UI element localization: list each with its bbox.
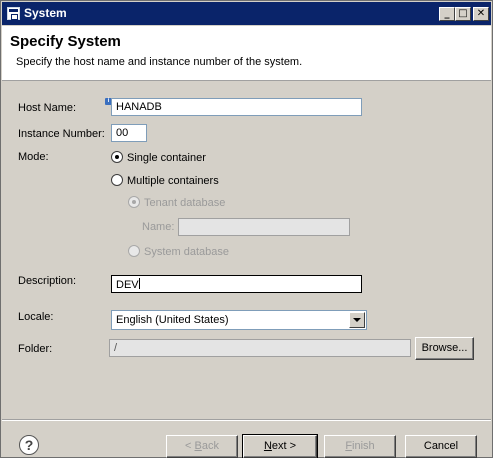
tenant-database-radio[interactable]	[128, 196, 140, 208]
finish-label-post: inish	[352, 440, 375, 452]
next-mnemonic: N	[263, 440, 272, 452]
folder-label: Folder:	[18, 343, 53, 355]
page-title: Specify System	[10, 33, 121, 50]
system-database-radio[interactable]	[128, 245, 140, 257]
host-name-input[interactable]: HANADB	[111, 98, 362, 116]
mode-label: Mode:	[18, 151, 49, 163]
locale-select[interactable]: English (United States)	[111, 310, 367, 330]
title-bar[interactable]: System _ □ ✕	[2, 2, 491, 25]
chevron-down-icon[interactable]	[349, 312, 365, 328]
cancel-button[interactable]: Cancel	[405, 435, 477, 458]
back-button[interactable]: < Back	[166, 435, 238, 458]
footer-separator	[2, 419, 491, 421]
description-input[interactable]: DEV	[111, 275, 362, 293]
next-label-post: ext >	[271, 440, 297, 452]
wizard-header: Specify System Specify the host name and…	[2, 26, 491, 81]
browse-button[interactable]: Browse...	[415, 337, 474, 360]
locale-label: Locale:	[18, 311, 54, 323]
instance-number-input[interactable]: 00	[111, 124, 147, 142]
next-button[interactable]: Next >	[242, 434, 318, 458]
text-caret	[138, 278, 140, 289]
back-mnemonic: B	[194, 440, 202, 452]
instance-number-label: Instance Number:	[18, 128, 105, 140]
locale-value: English (United States)	[116, 314, 229, 326]
single-container-label: Single container	[127, 152, 206, 164]
multiple-containers-radio[interactable]	[111, 174, 123, 186]
help-icon[interactable]: ?	[19, 435, 39, 455]
system-database-label: System database	[144, 246, 229, 258]
back-label-pre: <	[185, 440, 195, 452]
minimize-button[interactable]: _	[439, 7, 455, 21]
close-button[interactable]: ✕	[473, 7, 489, 21]
window-icon	[7, 7, 20, 20]
page-description: Specify the host name and instance numbe…	[16, 56, 303, 68]
tenant-database-label: Tenant database	[144, 197, 226, 209]
system-dialog: System _ □ ✕ Specify System Specify the …	[0, 0, 493, 458]
maximize-button[interactable]: □	[455, 7, 471, 21]
tenant-name-label: Name:	[142, 221, 175, 233]
host-name-label: Host Name:	[18, 102, 77, 114]
window-title: System	[24, 6, 67, 20]
single-container-radio[interactable]	[111, 151, 123, 163]
folder-input[interactable]: /	[109, 339, 411, 357]
description-value: DEV	[116, 279, 139, 291]
description-label: Description:	[18, 275, 77, 287]
tenant-name-input[interactable]	[178, 218, 350, 236]
finish-button[interactable]: Finish	[324, 435, 396, 458]
multiple-containers-label: Multiple containers	[127, 175, 219, 187]
back-label-post: ack	[201, 440, 219, 452]
